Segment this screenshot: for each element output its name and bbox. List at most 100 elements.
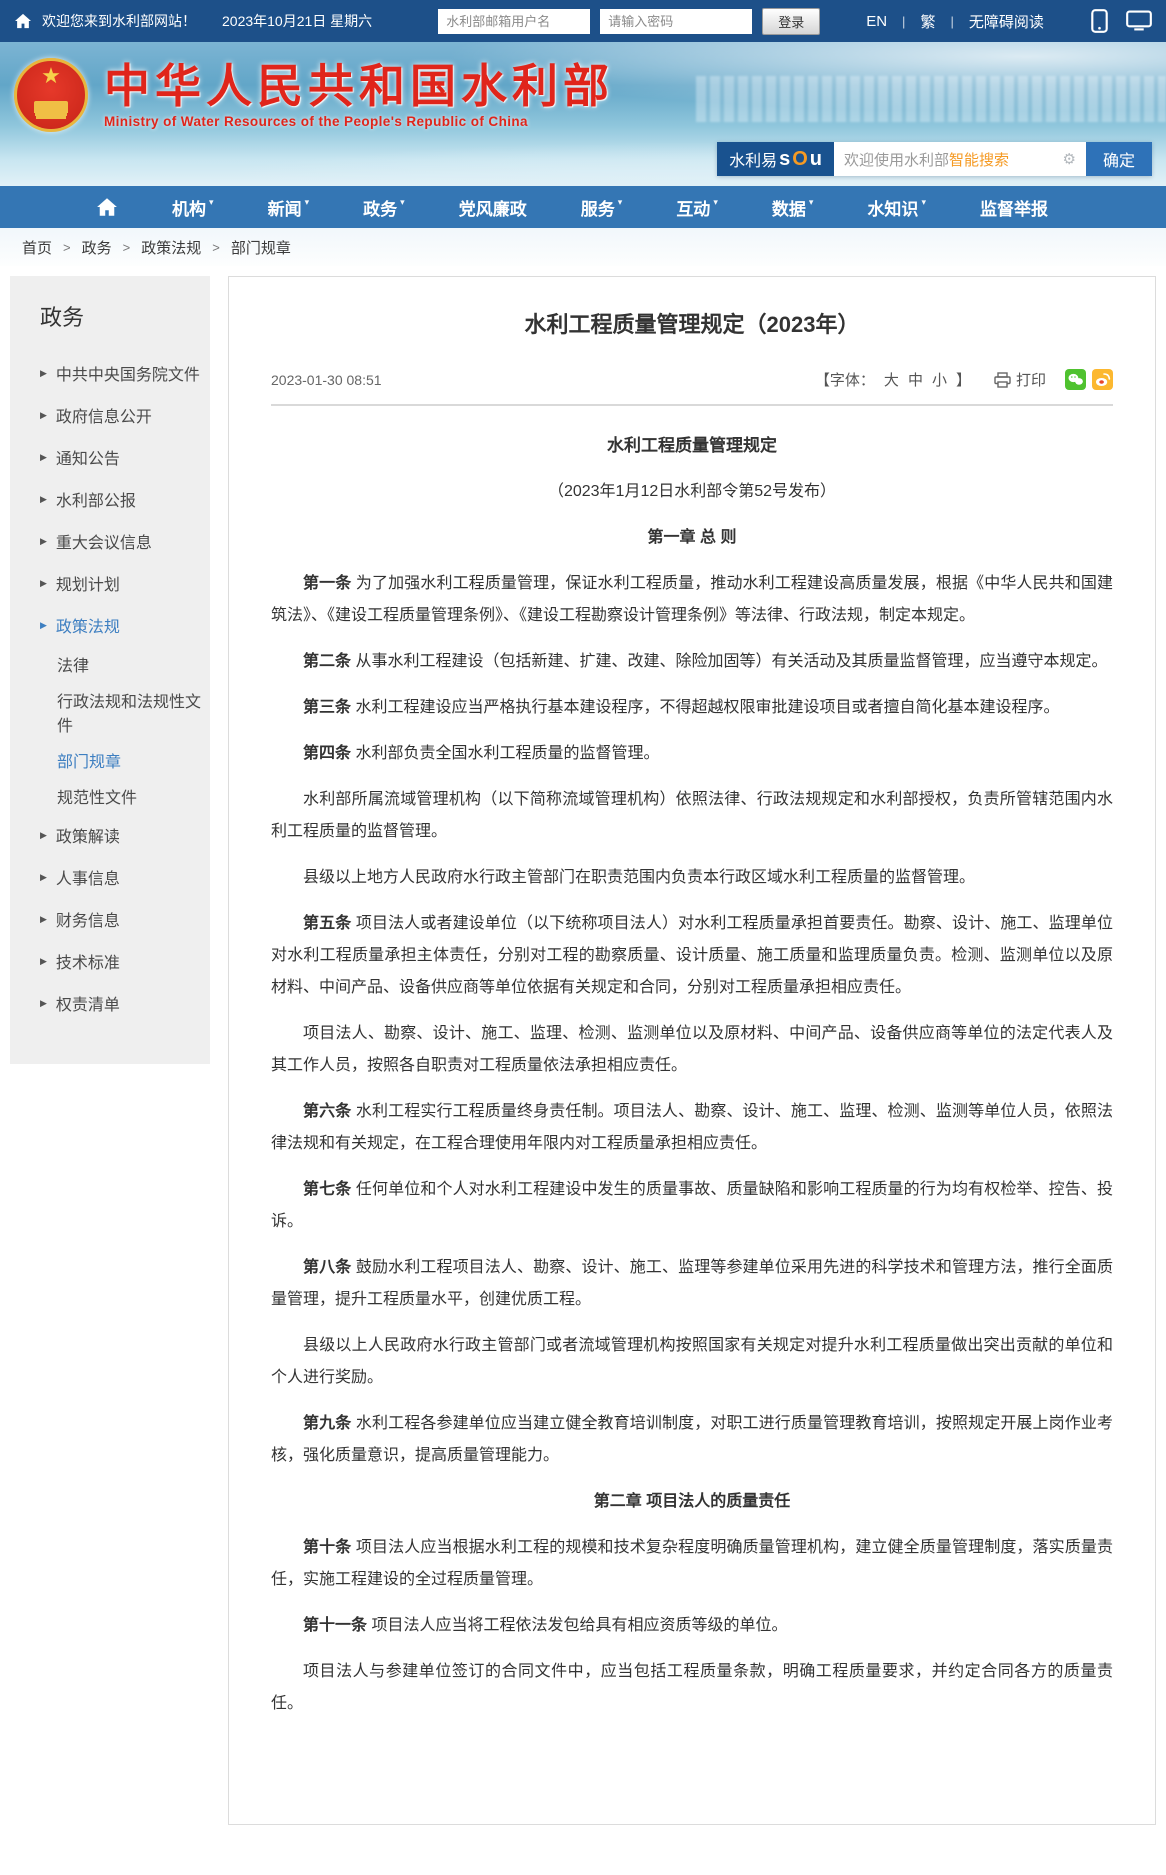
nav-item-label: 互动 xyxy=(676,195,710,220)
sidebar-item-法律[interactable]: 法律 xyxy=(10,646,210,682)
sidebar-item-水利部公报[interactable]: ▶ 水利部公报 xyxy=(10,478,210,520)
sidebar-item-政策法规[interactable]: ▶政策法规 xyxy=(10,604,210,646)
nav-item-label: 新闻 xyxy=(268,195,302,220)
divider xyxy=(271,404,1113,406)
search-settings-gear-icon[interactable]: ⚙ xyxy=(1063,150,1076,168)
weibo-share-icon[interactable] xyxy=(1092,369,1113,390)
doc-paragraph: 第一条 为了加强水利工程质量管理，保证水利工程质量，推动水利工程建设高质量发展，… xyxy=(271,568,1113,632)
triangle-bullet-icon: ▶ xyxy=(40,410,47,421)
sidebar-item-label: 政府信息公开 xyxy=(56,403,152,427)
wechat-share-icon[interactable] xyxy=(1065,369,1086,390)
print-button[interactable]: 打印 xyxy=(994,369,1046,390)
document-subtitle: （2023年1月12日水利部令第52号发布） xyxy=(271,476,1113,508)
breadcrumb-item[interactable]: 首页 xyxy=(22,237,52,258)
nav-item-label: 监督举报 xyxy=(980,195,1048,220)
sidebar: 政务 ▶中共中央国务院文件▶政府信息公开▶通知公告▶水利部公报▶重大会议信息▶规… xyxy=(10,276,210,1064)
sidebar-item-部门规章[interactable]: 部门规章 xyxy=(10,742,210,778)
triangle-bullet-icon: ▶ xyxy=(40,368,47,379)
font-size-large-button[interactable]: 大 xyxy=(884,369,899,390)
sidebar-title: 政务 xyxy=(10,300,210,332)
nav-item-服务[interactable]: 服务▾ xyxy=(581,195,623,220)
sidebar-item-label: 政策法规 xyxy=(56,613,120,637)
nav-item-政务[interactable]: 政务▾ xyxy=(363,195,405,220)
doc-paragraph: 第九条 水利工程各参建单位应当建立健全教育培训制度，对职工进行质量管理教育培训，… xyxy=(271,1408,1113,1472)
mobile-icon[interactable] xyxy=(1091,9,1108,33)
nav-item-label: 政务 xyxy=(363,195,397,220)
topbar: 欢迎您来到水利部网站！ 2023年10月21日 星期六 登录 EN | 繁 | … xyxy=(0,0,1166,42)
nav-home-icon[interactable] xyxy=(96,197,118,217)
page-title: 水利工程质量管理规定（2023年） xyxy=(271,307,1113,339)
home-icon[interactable] xyxy=(14,13,32,29)
divider: | xyxy=(902,14,905,29)
search-input[interactable]: 欢迎使用水利部 智能搜索 ⚙ xyxy=(834,142,1086,176)
chevron-down-icon: ▾ xyxy=(921,197,926,208)
lang-en-link[interactable]: EN xyxy=(866,13,887,30)
triangle-bullet-icon: ▶ xyxy=(40,914,47,925)
language-switcher: EN | 繁 | 无障碍阅读 xyxy=(866,11,1044,32)
breadcrumb-item[interactable]: 政务 xyxy=(82,237,112,258)
article-number: 第五条 xyxy=(303,915,351,932)
publish-date: 2023-01-30 08:51 xyxy=(271,372,382,388)
login-button[interactable]: 登录 xyxy=(762,8,820,35)
nav-item-监督举报[interactable]: 监督举报 xyxy=(980,195,1048,220)
sidebar-item-通知公告[interactable]: ▶通知公告 xyxy=(10,436,210,478)
doc-paragraph: 第七条 任何单位和个人对水利工程建设中发生的质量事故、质量缺陷和影响工程质量的行… xyxy=(271,1174,1113,1238)
font-size-medium-button[interactable]: 中 xyxy=(908,369,923,390)
chapter-heading: 第一章 总 则 xyxy=(271,522,1113,554)
nav-item-数据[interactable]: 数据▾ xyxy=(772,195,814,220)
sidebar-item-label: 中共中央国务院文件 xyxy=(56,361,200,385)
breadcrumb-item[interactable]: 部门规章 xyxy=(231,237,291,258)
accessibility-link[interactable]: 无障碍阅读 xyxy=(969,11,1044,32)
triangle-bullet-icon: ▶ xyxy=(40,998,47,1009)
sidebar-item-label: 水利部公报 xyxy=(56,487,136,511)
article-number: 第二条 xyxy=(303,653,351,670)
chevron-down-icon: ▾ xyxy=(305,197,310,208)
sidebar-item-label: 规划计划 xyxy=(56,571,120,595)
triangle-bullet-icon: ▶ xyxy=(40,494,47,505)
mail-password-input[interactable] xyxy=(600,9,752,34)
font-size-label-close: 】 xyxy=(956,369,971,390)
monitor-icon[interactable] xyxy=(1126,10,1152,32)
sidebar-item-行政法规和法规性文件[interactable]: 行政法规和法规性文件 xyxy=(10,682,210,742)
lang-traditional-link[interactable]: 繁 xyxy=(920,11,935,32)
sidebar-item-label: 部门规章 xyxy=(57,748,121,772)
magnifier-o-icon: O xyxy=(792,149,808,169)
sidebar-item-人事信息[interactable]: ▶人事信息 xyxy=(10,856,210,898)
breadcrumb-item[interactable]: 政策法规 xyxy=(141,237,201,258)
article-number: 第七条 xyxy=(303,1181,351,1198)
sidebar-item-财务信息[interactable]: ▶ 财务信息 xyxy=(10,898,210,940)
triangle-bullet-icon: ▶ xyxy=(40,872,47,883)
sidebar-item-label: 政策解读 xyxy=(56,823,120,847)
nav-item-label: 水知识 xyxy=(867,195,918,220)
device-links xyxy=(1091,9,1152,33)
sidebar-item-label: 通知公告 xyxy=(56,445,120,469)
article-number: 第一条 xyxy=(303,575,351,592)
chevron-down-icon: ▾ xyxy=(209,197,214,208)
sidebar-item-政府信息公开[interactable]: ▶ 政府信息公开 xyxy=(10,394,210,436)
nav-item-水知识[interactable]: 水知识▾ xyxy=(867,195,926,220)
sidebar-item-政策解读[interactable]: ▶政策解读 xyxy=(10,814,210,856)
sidebar-menu: ▶中共中央国务院文件▶政府信息公开▶通知公告▶水利部公报▶重大会议信息▶规划计划… xyxy=(10,352,210,1024)
sidebar-item-技术标准[interactable]: ▶技术标准 xyxy=(10,940,210,982)
font-size-small-button[interactable]: 小 xyxy=(932,369,947,390)
sidebar-item-规划计划[interactable]: ▶规划计划 xyxy=(10,562,210,604)
sidebar-item-label: 财务信息 xyxy=(56,907,120,931)
nav-item-党风廉政[interactable]: 党风廉政 xyxy=(459,195,527,220)
nav-item-互动[interactable]: 互动▾ xyxy=(676,195,718,220)
sidebar-item-权责清单[interactable]: ▶权责清单 xyxy=(10,982,210,1024)
sidebar-item-规范性文件[interactable]: 规范性文件 xyxy=(10,778,210,814)
article-number: 第八条 xyxy=(303,1259,351,1276)
mail-username-input[interactable] xyxy=(438,9,590,34)
sidebar-item-重大会议信息[interactable]: ▶重大会议信息 xyxy=(10,520,210,562)
divider: | xyxy=(950,14,953,29)
font-size-label: 【字体： xyxy=(815,369,875,390)
site-brand: ★ 中华人民共和国水利部 Ministry of Water Resources… xyxy=(14,58,614,132)
search-submit-button[interactable]: 确定 xyxy=(1086,142,1152,176)
chevron-down-icon: ▾ xyxy=(809,197,814,208)
doc-paragraph: 水利部所属流域管理机构（以下简称流域管理机构）依照法律、行政法规规定和水利部授权… xyxy=(271,784,1113,848)
doc-paragraph: 第十条 项目法人应当根据水利工程的规模和技术复杂程度明确质量管理机构，建立健全质… xyxy=(271,1532,1113,1596)
nav-item-机构[interactable]: 机构▾ xyxy=(172,195,214,220)
article-number: 第六条 xyxy=(303,1103,351,1120)
sidebar-item-中共中央国务院文件[interactable]: ▶ 中共中央国务院文件 xyxy=(10,352,210,394)
nav-item-新闻[interactable]: 新闻▾ xyxy=(268,195,310,220)
